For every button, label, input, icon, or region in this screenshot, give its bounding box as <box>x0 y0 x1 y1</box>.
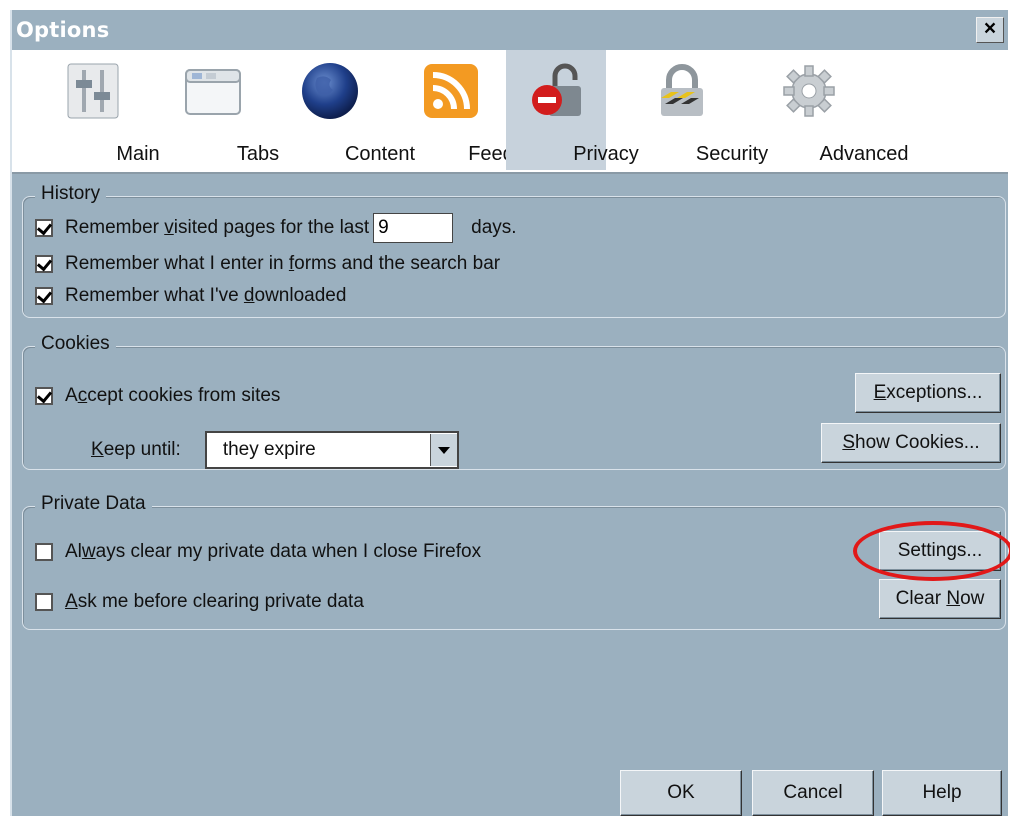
accept-cookies-label: Accept cookies from sites <box>65 385 281 406</box>
remember-visited-checkbox[interactable] <box>35 219 53 237</box>
private-data-group-title: Private Data <box>35 493 152 515</box>
close-button[interactable]: × <box>976 17 1004 43</box>
options-toolbar: Main Tabs Content Feeds Privacy Security… <box>12 50 1008 174</box>
private-data-group: Private Data Always clear my private dat… <box>22 493 1010 630</box>
tab-content[interactable]: Content <box>280 50 415 170</box>
title-bar: Options × <box>12 10 1008 50</box>
tab-advanced[interactable]: Advanced <box>754 50 908 170</box>
cancel-button[interactable]: Cancel <box>752 770 874 816</box>
remember-visited-label: Remember visited pages for the last <box>65 217 370 238</box>
main-icon <box>67 63 119 119</box>
history-group-title: History <box>35 183 107 205</box>
remember-forms-label: Remember what I enter in forms and the s… <box>65 253 501 274</box>
days-label: days. <box>471 217 517 238</box>
remember-downloads-checkbox[interactable] <box>35 287 53 305</box>
tab-feeds[interactable]: Feeds <box>406 50 524 170</box>
tab-security[interactable]: Security <box>632 50 768 170</box>
tab-privacy[interactable]: Privacy <box>506 50 639 170</box>
history-days-input[interactable] <box>373 213 454 243</box>
ok-button[interactable]: OK <box>620 770 742 816</box>
accept-cookies-checkbox[interactable] <box>35 387 53 405</box>
remember-downloads-row: Remember what I've downloaded <box>35 285 346 307</box>
remember-downloads-label: Remember what I've downloaded <box>65 285 347 306</box>
chevron-down-icon[interactable] <box>429 434 457 466</box>
globe-icon <box>302 63 358 119</box>
remember-forms-row: Remember what I enter in forms and the s… <box>35 253 500 275</box>
tabs-icon <box>185 69 241 115</box>
rss-icon <box>424 64 478 118</box>
history-group: History Remember visited pages for the l… <box>22 183 1006 318</box>
ask-before-clearing-label: Ask me before clearing private data <box>65 591 364 612</box>
always-clear-checkbox[interactable] <box>35 543 53 561</box>
privacy-lock-icon <box>532 63 581 116</box>
keep-until-value: they expire <box>222 439 316 460</box>
privacy-panel: History Remember visited pages for the l… <box>12 174 1010 816</box>
options-dialog: Options × Main Tabs Content Feeds Privac… <box>10 10 1010 816</box>
help-button[interactable]: Help <box>882 770 1002 816</box>
tab-advanced-label: Advanced <box>819 143 909 165</box>
remember-visited-row: Remember visited pages for the last days… <box>35 213 517 243</box>
cookies-group: Cookies Accept cookies from sites Keep u… <box>22 333 1006 470</box>
always-clear-row: Always clear my private data when I clos… <box>35 541 481 563</box>
highlight-ring <box>853 521 1010 581</box>
show-cookies-button[interactable]: Show Cookies... <box>821 423 1001 463</box>
ask-before-clearing-checkbox[interactable] <box>35 593 53 611</box>
keep-until-row: Keep until: they expire <box>91 431 459 469</box>
exceptions-button[interactable]: Exceptions... <box>855 373 1001 413</box>
window-title: Options <box>16 18 110 42</box>
tab-main[interactable]: Main <box>48 50 160 170</box>
keep-until-label: Keep until: <box>91 439 181 460</box>
ask-before-clearing-row: Ask me before clearing private data <box>35 591 364 613</box>
tab-tabs[interactable]: Tabs <box>168 50 279 170</box>
clear-now-button[interactable]: Clear Now <box>879 579 1001 619</box>
padlock-icon <box>661 64 703 116</box>
accept-cookies-row: Accept cookies from sites <box>35 385 280 407</box>
always-clear-label: Always clear my private data when I clos… <box>65 541 482 562</box>
remember-forms-checkbox[interactable] <box>35 255 53 273</box>
keep-until-select[interactable]: they expire <box>204 431 459 469</box>
cookies-group-title: Cookies <box>35 333 116 355</box>
gear-icon <box>783 65 835 117</box>
